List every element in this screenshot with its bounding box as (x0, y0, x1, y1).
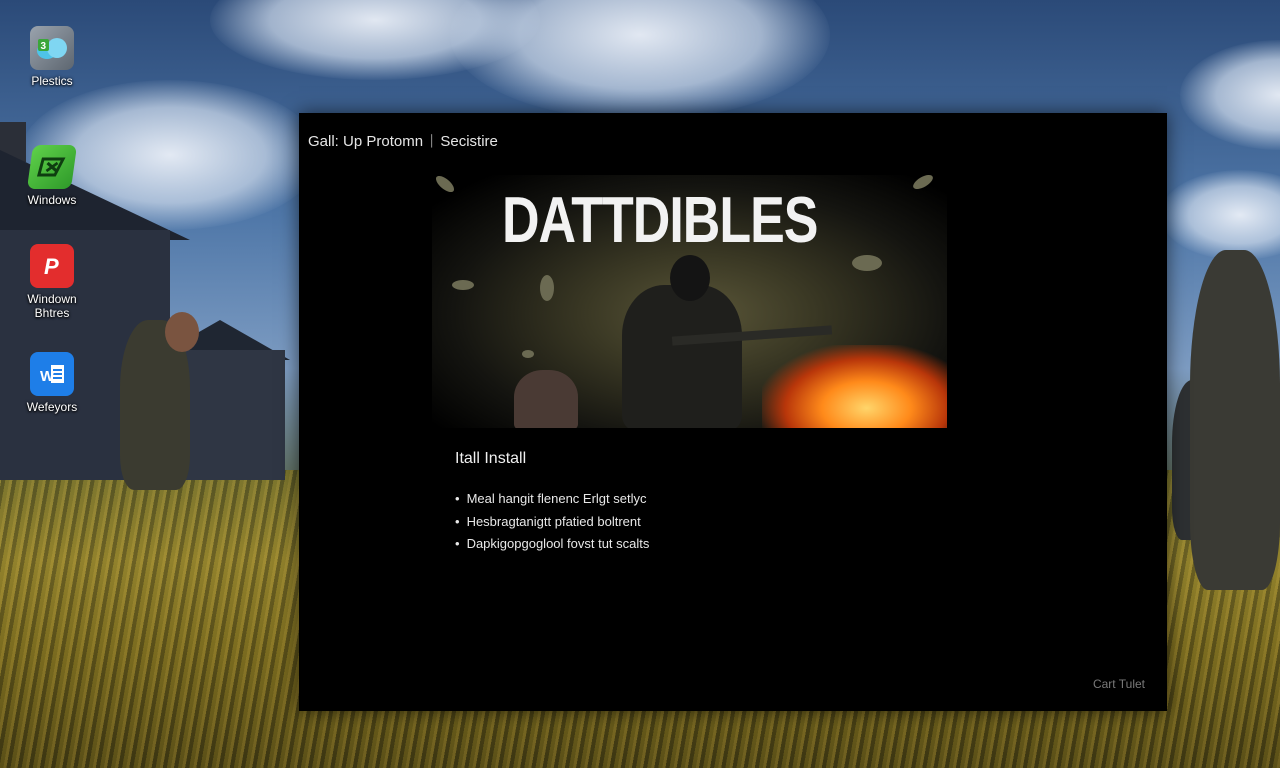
svg-text:W: W (40, 368, 55, 385)
desktop-icon-windows[interactable]: Windows (17, 145, 87, 207)
wallpaper-character (1190, 250, 1280, 590)
feature-item: Meal hangit flenenc Erlgt setlyc (455, 488, 649, 511)
installer-window[interactable]: Gall: Up Protomn ᛁ Secistire DATTDIBLES … (299, 113, 1167, 711)
green-app-icon (26, 145, 78, 189)
cancel-button[interactable]: Cart Tulet (1093, 677, 1145, 691)
game-logo: DATTDIBLES (502, 184, 818, 257)
svg-text:3: 3 (41, 41, 47, 52)
desktop-icon-label: Windown Bhtres (27, 292, 77, 320)
game-banner: DATTDIBLES (432, 175, 947, 428)
banner-soldier-head (670, 255, 710, 301)
desktop-icon-label: Plestics (31, 74, 73, 88)
window-title: Gall: Up Protomn ᛁ Secistire (308, 133, 498, 150)
document-app-icon: W (30, 352, 74, 396)
svg-text:P: P (44, 254, 59, 279)
banner-fire (762, 345, 947, 428)
wallpaper-cloud (1160, 170, 1280, 260)
desktop-icon-windown-bhtres[interactable]: P Windown Bhtres (17, 244, 87, 320)
desktop-icon-plestics[interactable]: 3 Plestics (17, 26, 87, 88)
wallpaper-character-head (165, 312, 199, 352)
banner-character (514, 370, 578, 428)
install-heading: Itall Install (455, 450, 527, 467)
feature-item: Dapkigopgoglool fovst tut scalts (455, 533, 650, 556)
banner-soldier (622, 285, 742, 428)
desktop-icon-label: Wefeyors (26, 400, 78, 414)
wallpaper-cloud (450, 0, 830, 120)
feature-list: Meal hangit flenenc Erlgt setlyc Hesbrag… (455, 488, 650, 556)
desktop-icon-wefeyors[interactable]: W Wefeyors (17, 352, 87, 414)
music-app-icon: P (30, 244, 74, 288)
desktop-icon-label: Windows (27, 193, 77, 207)
wallpaper-cloud (1180, 40, 1280, 150)
cloud-app-icon: 3 (30, 26, 74, 70)
feature-item: Hesbragtanigtt pfatied boltrent (455, 511, 649, 534)
